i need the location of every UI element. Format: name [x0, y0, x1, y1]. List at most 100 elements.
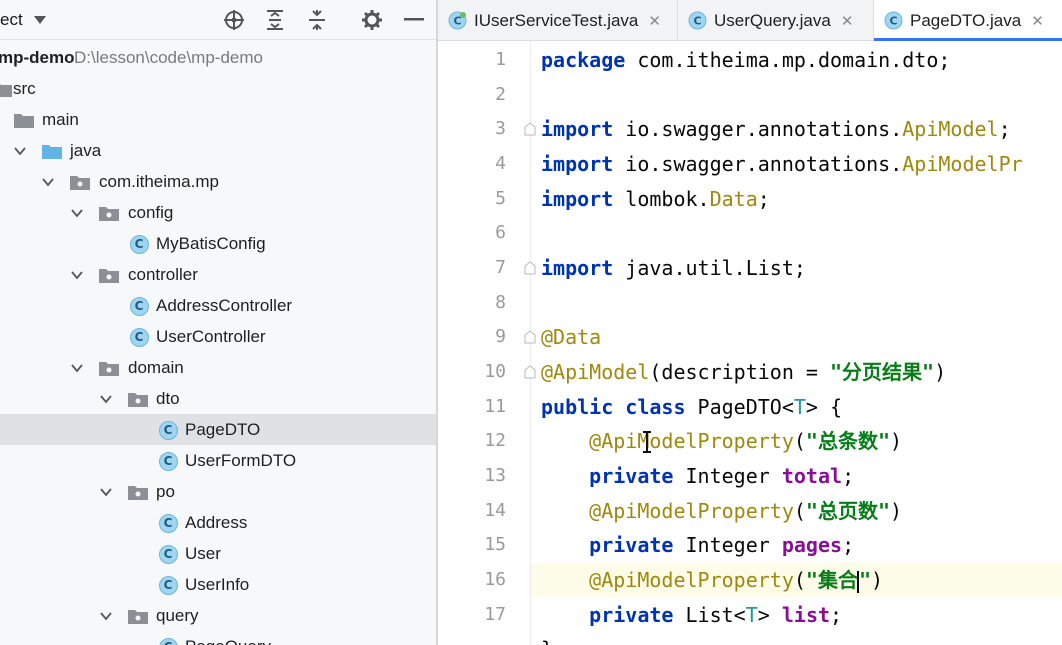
chevron-down-icon[interactable] [71, 269, 83, 281]
code-annotation: @ApiModelProperty [589, 429, 794, 453]
class-icon-wrap: C [158, 544, 178, 564]
code-text: (description = [649, 360, 830, 384]
class-icon-wrap: C [158, 575, 178, 595]
code-text: io.swagger.annotations. [613, 117, 903, 141]
code-text: } [541, 637, 553, 645]
project-panel-header: ect [0, 0, 436, 40]
tree-item-config[interactable]: config [0, 197, 436, 228]
tree-item-label: AddressController [156, 296, 293, 315]
line-number: 2 [495, 84, 506, 105]
tree-item-src[interactable]: src [0, 73, 436, 104]
code-text: ; [757, 187, 770, 211]
code-string: "集合 [805, 568, 858, 592]
code-string: "总条数" [805, 429, 891, 453]
tree-item-addresscontroller[interactable]: C AddressController [0, 290, 436, 321]
code-keyword: package [541, 48, 626, 72]
code-class: ApiModelPr [902, 152, 1023, 176]
tree-item-user[interactable]: C User [0, 538, 436, 569]
chevron-down-icon[interactable] [71, 362, 83, 374]
code-area[interactable]: package com.itheima.mp.domain.dto; impor… [524, 41, 1062, 645]
close-icon[interactable]: ✕ [648, 12, 661, 30]
line-number: 7 [495, 257, 506, 278]
chevron-down-icon[interactable] [14, 145, 26, 157]
class-icon-wrap: C [158, 451, 178, 471]
tree-item-label: config [128, 203, 174, 222]
tree-item-main[interactable]: main [0, 104, 436, 135]
project-panel-title[interactable]: ect [0, 0, 23, 40]
tree-item-userformdto[interactable]: C UserFormDTO [0, 445, 436, 476]
code-text: ) [871, 568, 884, 592]
line-number: 12 [484, 430, 506, 451]
tree-item-dto[interactable]: dto [0, 383, 436, 414]
line-number: 13 [484, 465, 506, 486]
tree-item-label: PageQuery [185, 631, 271, 645]
tree-item-mybatisconfig[interactable]: C MyBatisConfig [0, 228, 436, 259]
tree-item-label: Address [185, 513, 248, 532]
tab-userquery[interactable]: C UserQuery.java ✕ [678, 0, 874, 41]
close-icon[interactable]: ✕ [1031, 12, 1044, 30]
class-icon-wrap: C [129, 234, 149, 254]
expand-all-icon[interactable] [263, 8, 287, 32]
chevron-down-icon[interactable] [100, 486, 112, 498]
class-icon: C [158, 544, 178, 564]
code-keyword: private [589, 464, 674, 488]
line-number: 17 [484, 604, 506, 625]
minimize-icon[interactable] [402, 8, 426, 32]
tab-pagedto[interactable]: C PageDTO.java ✕ [874, 0, 1062, 41]
tree-item-com-itheima-mp[interactable]: com.itheima.mp [0, 166, 436, 197]
package-icon [70, 172, 90, 192]
tree-item-pagequery[interactable]: C PageQuery [0, 631, 436, 645]
tree-item-java[interactable]: java [0, 135, 436, 166]
tree-item-label: com.itheima.mp [99, 172, 219, 191]
code-string: "分页结果" [830, 360, 935, 384]
tree-item-label: UserController [156, 327, 266, 346]
code-text: PageDTO< [685, 395, 794, 419]
tree-item-domain[interactable]: domain [0, 352, 436, 383]
code-line-5: import lombok.Data; [531, 182, 1062, 216]
gear-icon[interactable] [360, 8, 384, 32]
chevron-down-icon[interactable] [71, 207, 83, 219]
code-text: ) [890, 499, 903, 523]
code-line-7: import java.util.List; [524, 251, 1062, 285]
collapse-all-icon[interactable] [305, 8, 329, 32]
code-annotation: @ApiModelProperty [589, 568, 794, 592]
code-text: com.itheima.mp.domain.dto; [625, 48, 951, 72]
fold-marker-icon[interactable] [524, 122, 536, 136]
tree-item-pagedto[interactable]: C PageDTO [0, 414, 436, 445]
code-keyword: import [541, 152, 614, 176]
class-icon: C [129, 296, 149, 316]
line-number: 11 [484, 396, 506, 417]
tree-item-usercontroller[interactable]: C UserController [0, 321, 436, 352]
tab-iuserservicetest[interactable]: C IUserServiceTest.java ✕ [438, 0, 678, 41]
tree-item-controller[interactable]: controller [0, 259, 436, 290]
code-type-param: T [793, 395, 806, 419]
tree-item-label: User [185, 544, 221, 563]
line-number: 9 [495, 326, 506, 347]
chevron-down-icon[interactable] [100, 393, 112, 405]
tree-item-po[interactable]: po [0, 476, 436, 507]
code-text: java.util.List; [613, 256, 806, 280]
tree-item-query[interactable]: query [0, 600, 436, 631]
fold-marker-icon[interactable] [524, 330, 536, 344]
class-icon-wrap: C [158, 513, 178, 533]
chevron-down-icon[interactable] [42, 176, 54, 188]
fold-marker-icon[interactable] [524, 261, 536, 275]
tree-item-userinfo[interactable]: C UserInfo [0, 569, 436, 600]
svg-text:C: C [889, 15, 897, 28]
chevron-down-icon[interactable] [100, 610, 112, 622]
line-number: 14 [484, 500, 506, 521]
package-icon [128, 606, 148, 626]
code-text: List< [673, 603, 746, 627]
crosshair-icon[interactable] [222, 8, 246, 32]
code-line-3: import io.swagger.annotations.ApiModel; [524, 112, 1062, 146]
code-class: Data [709, 187, 758, 211]
class-icon: C [129, 234, 149, 254]
tree-item-mp-demo[interactable]: mp-demo D:\lesson\code\mp-demo [0, 42, 436, 73]
fold-marker-icon[interactable] [524, 365, 536, 379]
class-icon-wrap: C [129, 296, 149, 316]
tree-item-address[interactable]: C Address [0, 507, 436, 538]
caret-down-icon[interactable] [28, 8, 52, 32]
code-field: list [781, 603, 831, 627]
line-number: 8 [495, 292, 506, 313]
close-icon[interactable]: ✕ [841, 12, 854, 30]
